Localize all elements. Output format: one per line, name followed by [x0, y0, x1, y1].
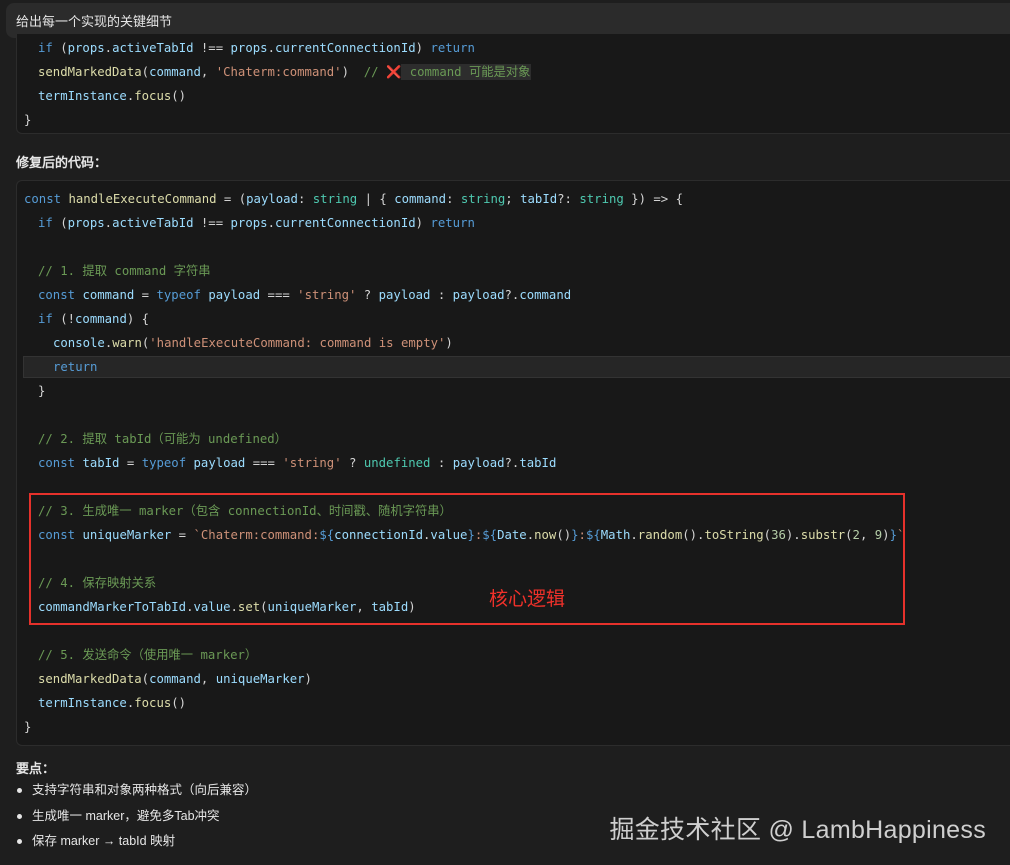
code-line: if (props.activeTabId !== props.currentC…	[38, 41, 475, 55]
code-line: if (props.activeTabId !== props.currentC…	[38, 216, 475, 230]
code-line: // 1. 提取 command 字符串	[38, 264, 211, 278]
code-line: termInstance.focus()	[38, 696, 187, 710]
core-logic-highlight-box	[29, 493, 905, 625]
code-line: const handleExecuteCommand = (payload: s…	[24, 192, 684, 206]
code-line: }	[24, 720, 32, 734]
code-line: termInstance.focus()	[38, 89, 187, 103]
code-line: }	[24, 113, 32, 127]
watermark: 掘金技术社区 @ LambHappiness	[609, 816, 986, 844]
code-line: return	[53, 360, 98, 374]
list-item: 支持字符串和对象两种格式（向后兼容）	[16, 778, 257, 804]
code-line: const tabId = typeof payload === 'string…	[38, 456, 557, 470]
code-line: if (!command) {	[38, 312, 150, 326]
code-line: sendMarkedData(command, uniqueMarker)	[38, 672, 312, 686]
prompt-bar: 给出每一个实现的关键细节	[6, 3, 1010, 38]
code-line: console.warn('handleExecuteCommand: comm…	[53, 336, 453, 350]
code-block-fixed: const handleExecuteCommand = (payload: s…	[16, 180, 1010, 746]
prompt-text: 给出每一个实现的关键细节	[16, 14, 173, 29]
highlighted-line-bg	[23, 356, 1010, 378]
core-logic-annotation: 核心逻辑	[489, 589, 566, 610]
list-item: 生成唯一 marker，避免多Tab冲突	[16, 804, 257, 830]
code-line: // 2. 提取 tabId（可能为 undefined）	[38, 432, 287, 446]
code-block-original: if (props.activeTabId !== props.currentC…	[16, 34, 1010, 134]
code-line: sendMarkedData(command, 'Chaterm:command…	[38, 64, 532, 80]
code-line: const command = typeof payload === 'stri…	[38, 288, 572, 302]
key-points-list: 支持字符串和对象两种格式（向后兼容） 生成唯一 marker，避免多Tab冲突 …	[16, 778, 257, 855]
list-item: 保存 marker → tabId 映射	[16, 829, 257, 855]
code-line: // 5. 发送命令（使用唯一 marker）	[38, 648, 258, 662]
fixed-code-heading: 修复后的代码：	[16, 155, 108, 170]
code-line: }	[38, 384, 46, 398]
key-points-heading: 要点：	[16, 761, 56, 776]
